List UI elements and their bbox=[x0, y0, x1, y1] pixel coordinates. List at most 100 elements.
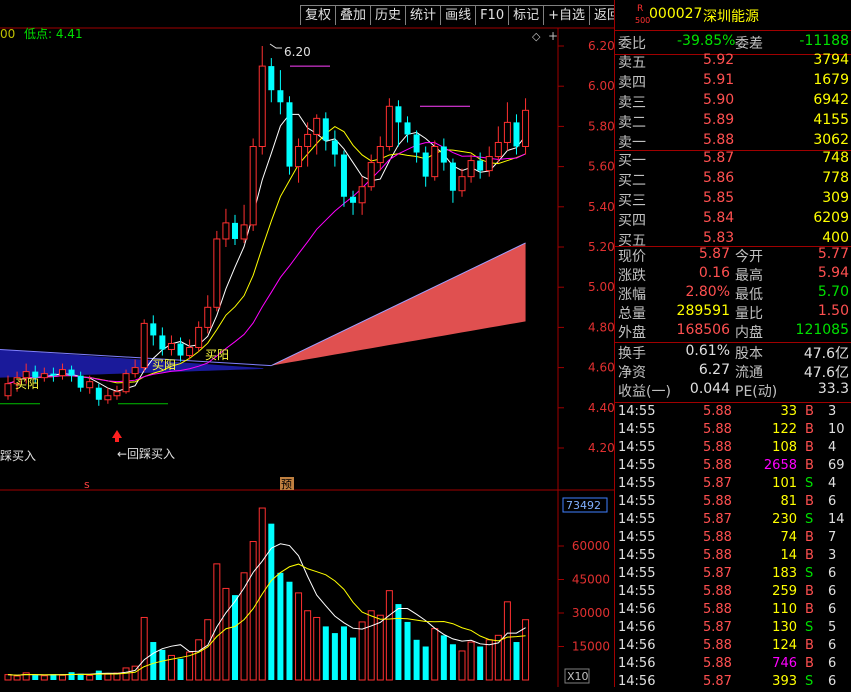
volume-bar bbox=[404, 621, 411, 680]
candle-body bbox=[268, 66, 275, 91]
volume-bar bbox=[222, 587, 230, 681]
tick-row[interactable]: 14:56 5.87 393 S 6 bbox=[615, 674, 851, 692]
tick-row[interactable]: 14:55 5.88 259 B 6 bbox=[615, 584, 851, 602]
marker-s: s bbox=[84, 478, 90, 491]
tick-row[interactable]: 14:55 5.88 108 B 4 bbox=[615, 440, 851, 458]
volume-bar bbox=[177, 658, 184, 680]
fund-value: 0.044 bbox=[689, 381, 730, 397]
tick-row[interactable]: 14:55 5.87 183 S 6 bbox=[615, 566, 851, 584]
bid-row[interactable]: 买四 5.84 6209 bbox=[615, 210, 851, 230]
stock-code[interactable]: 000027 bbox=[649, 6, 702, 22]
chart-toolbar: 复权 叠加 历史 统计 画线 F10 标记 +自选 返回 bbox=[300, 5, 625, 25]
volume-box-value: 73492 bbox=[566, 499, 601, 512]
fund-value: 47.6亿 bbox=[803, 346, 849, 362]
tick-volume: 74 bbox=[780, 530, 797, 545]
tick-row[interactable]: 14:56 5.88 124 B 6 bbox=[615, 638, 851, 656]
toolbar-button-1[interactable]: 叠加 bbox=[335, 5, 371, 25]
tick-row[interactable]: 14:56 5.87 130 S 5 bbox=[615, 620, 851, 638]
bid-row[interactable]: 买二 5.86 778 bbox=[615, 170, 851, 190]
candle-body bbox=[204, 306, 212, 328]
toolbar-button-2[interactable]: 历史 bbox=[370, 5, 406, 25]
volume-tick-label: 60000 bbox=[572, 539, 610, 553]
tick-row[interactable]: 14:55 5.88 74 B 7 bbox=[615, 530, 851, 548]
tick-count: 6 bbox=[828, 584, 837, 599]
ask-row[interactable]: 卖五 5.92 3794 bbox=[615, 52, 851, 72]
candle-body bbox=[449, 162, 456, 191]
stat-row: 涨幅 2.80% 最低 5.70 bbox=[615, 284, 851, 304]
toolbar-button-7[interactable]: +自选 bbox=[543, 5, 590, 25]
tick-row[interactable]: 14:55 5.88 33 B 3 bbox=[615, 404, 851, 422]
stat-label: 内盘 bbox=[735, 325, 763, 341]
tick-count: 3 bbox=[828, 548, 837, 563]
stat-label: 涨幅 bbox=[618, 287, 646, 303]
tick-row[interactable]: 14:55 5.88 2658 B 69 bbox=[615, 458, 851, 476]
stat-value: 5.94 bbox=[817, 265, 849, 281]
candle-body bbox=[177, 343, 184, 356]
toolbar-button-0[interactable]: 复权 bbox=[300, 5, 336, 25]
kline-chart-area[interactable]: 6.20 6.00 5.80 5.60 5.40 5.20 5.00 4.80 4.60 4.40… bbox=[0, 0, 625, 687]
bid-row[interactable]: 买一 5.87 748 bbox=[615, 150, 851, 170]
high-point-pointer bbox=[269, 43, 282, 49]
volume-bar bbox=[385, 590, 393, 681]
ask-label: 卖一 bbox=[618, 135, 646, 151]
ask-price: 5.92 bbox=[703, 52, 735, 68]
stat-row: 现价 5.87 今开 5.77 bbox=[615, 246, 851, 266]
bid-row[interactable]: 买三 5.85 309 bbox=[615, 190, 851, 210]
tick-row[interactable]: 14:55 5.87 230 S 14 bbox=[615, 512, 851, 530]
tick-side: B bbox=[805, 404, 814, 419]
candle-body bbox=[404, 122, 411, 135]
tick-row[interactable]: 14:56 5.88 746 B 6 bbox=[615, 656, 851, 674]
volume-bar bbox=[322, 626, 329, 680]
stat-label: 总量 bbox=[618, 306, 646, 322]
tick-row[interactable]: 14:55 5.88 122 B 10 bbox=[615, 422, 851, 440]
bid-volume: 6209 bbox=[813, 210, 849, 226]
stat-label: 现价 bbox=[618, 249, 646, 265]
ask-row[interactable]: 卖三 5.90 6942 bbox=[615, 92, 851, 112]
divider bbox=[615, 402, 851, 403]
volume-bar bbox=[422, 646, 429, 680]
ask-row[interactable]: 卖一 5.88 3062 bbox=[615, 132, 851, 152]
fund-row: 收益(一) 0.044 PE(动) 33.3 bbox=[615, 381, 851, 401]
candle-body bbox=[77, 375, 84, 388]
tick-volume: 230 bbox=[772, 512, 797, 527]
r-label: R bbox=[637, 4, 644, 14]
candle-body bbox=[513, 122, 520, 147]
stock-name[interactable]: 深圳能源 bbox=[703, 6, 759, 26]
tick-row[interactable]: 14:55 5.88 81 B 6 bbox=[615, 494, 851, 512]
tick-row[interactable]: 14:56 5.88 110 B 6 bbox=[615, 602, 851, 620]
bid-label: 买二 bbox=[618, 173, 646, 189]
fund-label: 净资 bbox=[618, 365, 646, 381]
tick-side: B bbox=[805, 548, 814, 563]
volume-bar bbox=[286, 581, 293, 680]
tick-time: 14:55 bbox=[618, 530, 656, 545]
tick-price: 5.88 bbox=[703, 584, 732, 599]
ask-price: 5.90 bbox=[703, 92, 735, 108]
bid-volume: 309 bbox=[822, 190, 849, 206]
tick-side: B bbox=[805, 638, 814, 653]
fund-value: 6.27 bbox=[698, 362, 730, 378]
marker-yu: 预 bbox=[281, 478, 292, 491]
volume-bar bbox=[350, 637, 357, 680]
stat-row: 外盘 168506 内盘 121085 bbox=[615, 322, 851, 342]
ask-row[interactable]: 卖四 5.91 1679 bbox=[615, 72, 851, 92]
candle-body bbox=[358, 186, 366, 204]
tick-price: 5.87 bbox=[703, 512, 732, 527]
toolbar-button-3[interactable]: 统计 bbox=[405, 5, 441, 25]
tick-count: 6 bbox=[828, 638, 837, 653]
toolbar-button-6[interactable]: 标记 bbox=[508, 5, 544, 25]
volume-bar bbox=[4, 674, 12, 681]
ask-row[interactable]: 卖二 5.89 4155 bbox=[615, 112, 851, 132]
tick-volume: 14 bbox=[780, 548, 797, 563]
volume-bar bbox=[240, 572, 248, 681]
candle-body bbox=[313, 117, 321, 135]
tick-row[interactable]: 14:55 5.87 101 S 4 bbox=[615, 476, 851, 494]
tick-row[interactable]: 14:55 5.88 14 B 3 bbox=[615, 548, 851, 566]
high-point-label: 6.20 bbox=[284, 45, 311, 59]
volume-bar bbox=[304, 610, 312, 681]
kline-chart[interactable]: 6.20 6.00 5.80 5.60 5.40 5.20 5.00 4.80 4.60 4.40… bbox=[0, 0, 614, 687]
tick-time: 14:55 bbox=[618, 494, 656, 509]
tick-time: 14:56 bbox=[618, 602, 656, 617]
toolbar-button-5[interactable]: F10 bbox=[475, 5, 509, 25]
toolbar-button-4[interactable]: 画线 bbox=[440, 5, 476, 25]
volume-bar bbox=[95, 670, 102, 680]
